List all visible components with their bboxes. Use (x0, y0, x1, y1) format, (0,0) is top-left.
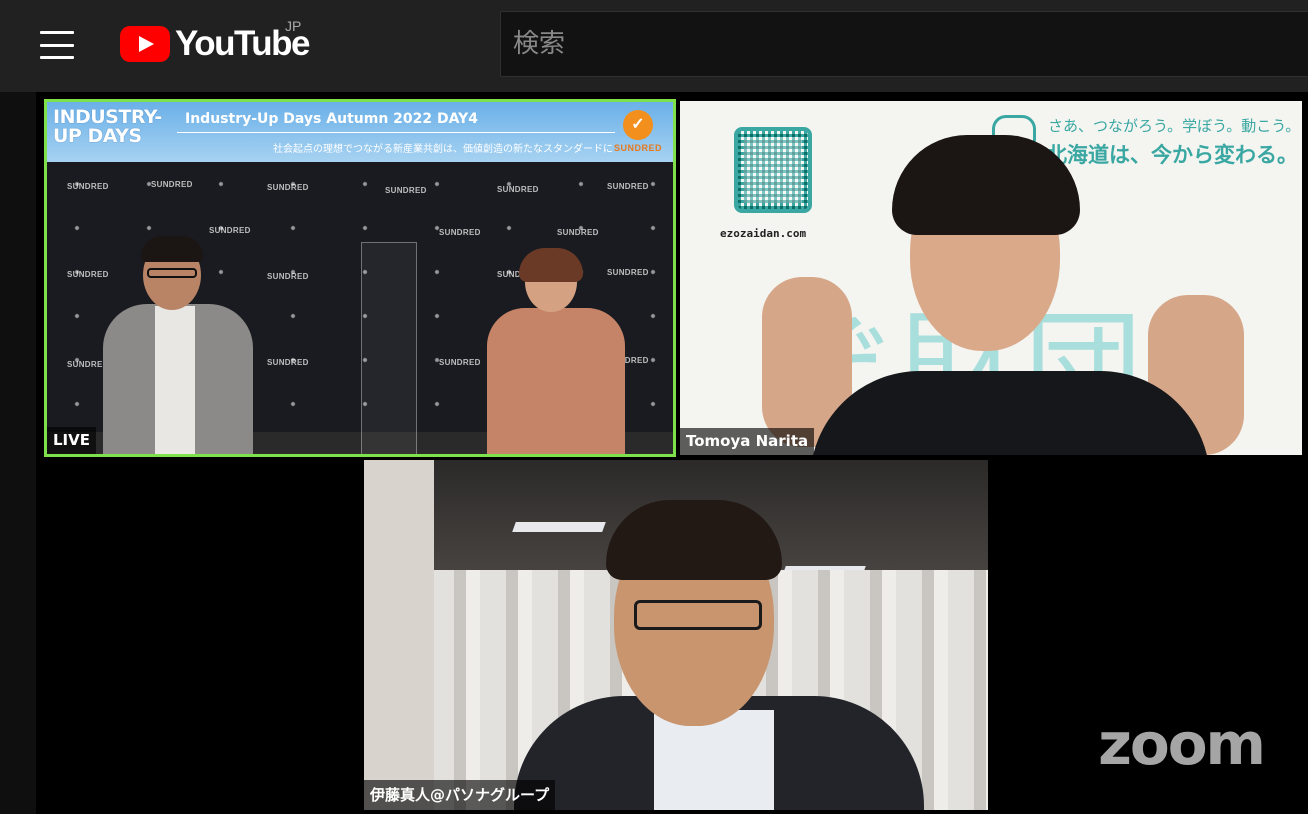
room-wall (364, 460, 434, 810)
participant-name-tag: Tomoya Narita (680, 428, 815, 455)
acrylic-partition (361, 242, 417, 454)
speaker-glasses (634, 600, 762, 630)
studio-video-tile: INDUSTRY-UP DAYS Industry-Up Days Autumn… (44, 99, 676, 457)
participant-video-tile: ぞ財団 ezozaidan.com さあ、つながろう。学ぼう。動こう。 北海道は… (680, 101, 1302, 455)
backdrop-sponsor-text: SUNDRED (267, 272, 309, 281)
video-player[interactable]: INDUSTRY-UP DAYS Industry-Up Days Autumn… (36, 92, 1308, 814)
slogan-line-2: 北海道は、今から変わる。 (1046, 143, 1298, 167)
backdrop-sponsor-text: SUNDRED (67, 182, 109, 191)
banner-divider (177, 132, 615, 133)
backdrop-sponsor-text: SUNDRED (439, 358, 481, 367)
youtube-logo[interactable]: YouTube (120, 22, 311, 66)
backdrop-sponsor-text: SUNDRED (439, 228, 481, 237)
event-title: Industry-Up Days Autumn 2022 DAY4 (185, 111, 478, 127)
youtube-play-icon (120, 26, 170, 62)
participant-body (810, 371, 1210, 455)
event-subtitle: 社会起点の理想でつながる新産業共創は、価値創造の新たなスタンダードに (273, 144, 613, 155)
guest-person (487, 248, 625, 454)
slogan-line-1: さあ、つながろう。学ぼう。動こう。 (1048, 117, 1301, 135)
search-input[interactable] (501, 12, 1308, 76)
search-box[interactable] (500, 11, 1308, 77)
backdrop-sponsor-text: SUNDRED (497, 185, 539, 194)
backdrop-sponsor-text: SUNDRED (607, 182, 649, 191)
speaker-shirt (654, 710, 774, 810)
ceiling-light (512, 522, 606, 532)
sponsor-name: SUNDRED (613, 143, 662, 153)
event-banner: INDUSTRY-UP DAYS Industry-Up Days Autumn… (47, 102, 673, 162)
zoom-watermark: zoom (1098, 710, 1266, 778)
live-badge: LIVE (47, 427, 96, 454)
masthead: YouTube JP (0, 0, 1308, 92)
event-logo: INDUSTRY-UP DAYS (53, 106, 162, 147)
qr-code-icon (734, 127, 812, 213)
hamburger-menu-icon[interactable] (34, 26, 80, 64)
speaker-hair (606, 500, 782, 580)
backdrop-sponsor-text: SUNDRED (209, 226, 251, 235)
speaker-video-tile: 伊藤真人@パソナグループ (364, 460, 988, 810)
region-code: JP (285, 18, 302, 34)
backdrop-sponsor-text: SUNDRED (385, 186, 427, 195)
backdrop-sponsor-text: SUNDRED (267, 183, 309, 192)
sundred-icon: ✓ (623, 110, 653, 140)
speaker-name-tag: 伊藤真人@パソナグループ (364, 780, 556, 810)
sponsor-logo: ✓ SUNDRED (609, 110, 667, 160)
backdrop-sponsor-text: SUNDRED (151, 180, 193, 189)
website-url: ezozaidan.com (720, 227, 807, 240)
backdrop-sponsor-text: SUNDRED (557, 228, 599, 237)
backdrop-sponsor-text: SUNDRED (267, 358, 309, 367)
host-person (103, 236, 253, 454)
